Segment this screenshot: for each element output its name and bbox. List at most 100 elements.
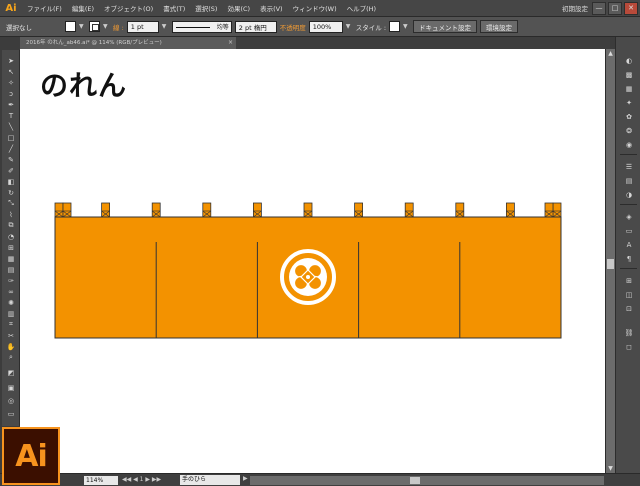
transform-panel-icon[interactable]: ⊡ xyxy=(623,303,635,314)
chevron-down-icon[interactable]: ▼ xyxy=(162,21,169,32)
menu-edit[interactable]: 編集(E) xyxy=(67,3,99,13)
stroke-panel-icon[interactable]: ☰ xyxy=(623,161,635,172)
menu-select[interactable]: 選択(S) xyxy=(190,3,222,13)
brushes-panel-icon[interactable]: ✦ xyxy=(623,97,635,108)
blob-brush-tool-icon[interactable]: ✐ xyxy=(5,166,17,175)
direct-selection-tool-icon[interactable]: ↖ xyxy=(5,67,17,76)
style-label: スタイル : xyxy=(355,23,387,32)
horizontal-scroll-thumb[interactable] xyxy=(410,477,420,484)
color-mode-icon[interactable]: ▣ xyxy=(5,383,17,392)
menu-view[interactable]: 表示(V) xyxy=(255,3,288,13)
scroll-down-icon[interactable]: ▼ xyxy=(606,464,615,473)
chevron-down-icon[interactable]: ▼ xyxy=(403,21,410,32)
control-bar: 選択なし ▼ ▼ 線 : 1 pt ▼ 均等 2 pt 楕円 不透明度 100%… xyxy=(0,17,640,37)
type-tool-icon[interactable]: T xyxy=(5,111,17,120)
close-button[interactable]: ✕ xyxy=(624,1,638,15)
shape-builder-tool-icon[interactable]: ◔ xyxy=(5,232,17,241)
artboard-navigation[interactable]: ◀◀ ◀ 1 ▶ ▶▶ xyxy=(122,476,161,483)
pencil-tool-icon[interactable]: ✎ xyxy=(5,155,17,164)
color-guide-icon[interactable]: ▩ xyxy=(623,69,635,80)
chevron-right-icon[interactable]: ▶ xyxy=(243,475,248,482)
gradient-panel-icon[interactable]: ▤ xyxy=(623,175,635,186)
lasso-tool-icon[interactable]: ↄ xyxy=(5,89,17,98)
rectangle-tool-icon[interactable]: □ xyxy=(5,133,17,142)
slice-tool-icon[interactable]: ✂ xyxy=(5,331,17,340)
menu-effect[interactable]: 効果(C) xyxy=(222,3,255,13)
paintbrush-tool-icon[interactable]: ╱ xyxy=(5,144,17,153)
rotate-tool-icon[interactable]: ↻ xyxy=(5,188,17,197)
appearance-panel-icon[interactable]: ◉ xyxy=(623,139,635,150)
stroke-weight-field[interactable]: 1 pt xyxy=(126,20,159,33)
variable-width-profile[interactable]: 均等 xyxy=(171,20,232,33)
vertical-scrollbar[interactable]: ▲ ▼ xyxy=(605,49,615,473)
opacity-field[interactable]: 100% xyxy=(308,20,343,33)
blend-tool-icon[interactable]: ∞ xyxy=(5,287,17,296)
artboard-tool-icon[interactable]: ⌗ xyxy=(5,320,17,329)
pathfinder-panel-icon[interactable]: ◫ xyxy=(623,289,635,300)
screen-mode-icon[interactable]: ▭ xyxy=(5,409,17,418)
stroke-swatch[interactable] xyxy=(89,21,100,32)
opacity-label[interactable]: 不透明度 xyxy=(280,22,306,32)
free-transform-tool-icon[interactable]: ⧉ xyxy=(5,221,17,230)
document-tab[interactable]: 2016年 のれん_ab46.ai* @ 114% (RGB/プレビュー) xyxy=(20,37,236,49)
graphic-styles-icon[interactable]: ❂ xyxy=(623,125,635,136)
close-icon[interactable]: × xyxy=(228,37,233,49)
maximize-button[interactable]: □ xyxy=(608,1,622,15)
artboard-number[interactable]: 1 xyxy=(140,476,144,483)
links-panel-icon[interactable]: ⛓ xyxy=(623,327,635,338)
chevron-down-icon[interactable]: ▼ xyxy=(346,21,353,32)
chevron-down-icon[interactable]: ▼ xyxy=(79,21,86,32)
line-tool-icon[interactable]: ╲ xyxy=(5,122,17,131)
selection-status: 選択なし xyxy=(6,23,32,32)
vertical-scroll-thumb[interactable] xyxy=(607,259,614,269)
hand-tool-icon[interactable]: ✋ xyxy=(5,342,17,351)
workspace-switcher[interactable]: 初期設定 xyxy=(562,3,588,13)
draw-mode-icon[interactable]: ◎ xyxy=(5,396,17,405)
color-panel-icon[interactable]: ◐ xyxy=(623,55,635,66)
fill-stroke-swatch-icon[interactable]: ◩ xyxy=(5,368,17,377)
perspective-grid-tool-icon[interactable]: ⊞ xyxy=(5,243,17,252)
symbols-panel-icon[interactable]: ✿ xyxy=(623,111,635,122)
eyedropper-tool-icon[interactable]: ✑ xyxy=(5,276,17,285)
layers-panel-icon[interactable]: ◈ xyxy=(623,211,635,222)
horizontal-scrollbar[interactable] xyxy=(250,476,604,485)
preferences-button[interactable]: 環境設定 xyxy=(480,20,519,33)
width-tool-icon[interactable]: ⌇ xyxy=(5,210,17,219)
zoom-tool-icon[interactable]: ⌕ xyxy=(5,353,17,362)
align-panel-icon[interactable]: ⊞ xyxy=(623,275,635,286)
document-setup-button[interactable]: ドキュメント設定 xyxy=(413,20,478,33)
eraser-tool-icon[interactable]: ◧ xyxy=(5,177,17,186)
column-graph-tool-icon[interactable]: ▥ xyxy=(5,309,17,318)
menu-window[interactable]: ウィンドウ(W) xyxy=(288,3,342,13)
menu-object[interactable]: オブジェクト(O) xyxy=(99,3,158,13)
navigator-panel-icon[interactable]: ◻ xyxy=(623,341,635,352)
brush-definition[interactable]: 2 pt 楕円 xyxy=(234,20,277,33)
paragraph-panel-icon[interactable]: ¶ xyxy=(623,253,635,264)
transparency-panel-icon[interactable]: ◑ xyxy=(623,189,635,200)
pen-tool-icon[interactable]: ✒ xyxy=(5,100,17,109)
character-panel-icon[interactable]: A xyxy=(623,239,635,250)
graphic-style-swatch[interactable] xyxy=(389,21,401,32)
hanging-loop xyxy=(101,202,110,218)
zoom-level-field[interactable]: 114% xyxy=(84,476,118,485)
fill-swatch[interactable] xyxy=(65,21,76,32)
menu-help[interactable]: ヘルプ(H) xyxy=(342,3,381,13)
current-tool-status[interactable]: 手のひら xyxy=(180,475,240,485)
scale-tool-icon[interactable]: ⤡ xyxy=(5,199,17,208)
artboards-panel-icon[interactable]: ▭ xyxy=(623,225,635,236)
magic-wand-tool-icon[interactable]: ✧ xyxy=(5,78,17,87)
scroll-up-icon[interactable]: ▲ xyxy=(606,49,615,58)
mesh-tool-icon[interactable]: ▦ xyxy=(5,254,17,263)
menu-file[interactable]: ファイル(F) xyxy=(22,3,67,13)
hanging-loop xyxy=(54,202,64,218)
artboard-canvas[interactable]: のれん xyxy=(20,49,605,473)
menu-bar: Ai ファイル(F) 編集(E) オブジェクト(O) 書式(T) 選択(S) 効… xyxy=(0,0,640,17)
hanging-loop xyxy=(544,202,554,218)
selection-tool-icon[interactable]: ➤ xyxy=(5,56,17,65)
minimize-button[interactable]: — xyxy=(592,1,606,15)
symbol-sprayer-tool-icon[interactable]: ✺ xyxy=(5,298,17,307)
gradient-tool-icon[interactable]: ▤ xyxy=(5,265,17,274)
chevron-down-icon[interactable]: ▼ xyxy=(103,21,110,32)
menu-type[interactable]: 書式(T) xyxy=(158,3,190,13)
swatches-panel-icon[interactable]: ▦ xyxy=(623,83,635,94)
